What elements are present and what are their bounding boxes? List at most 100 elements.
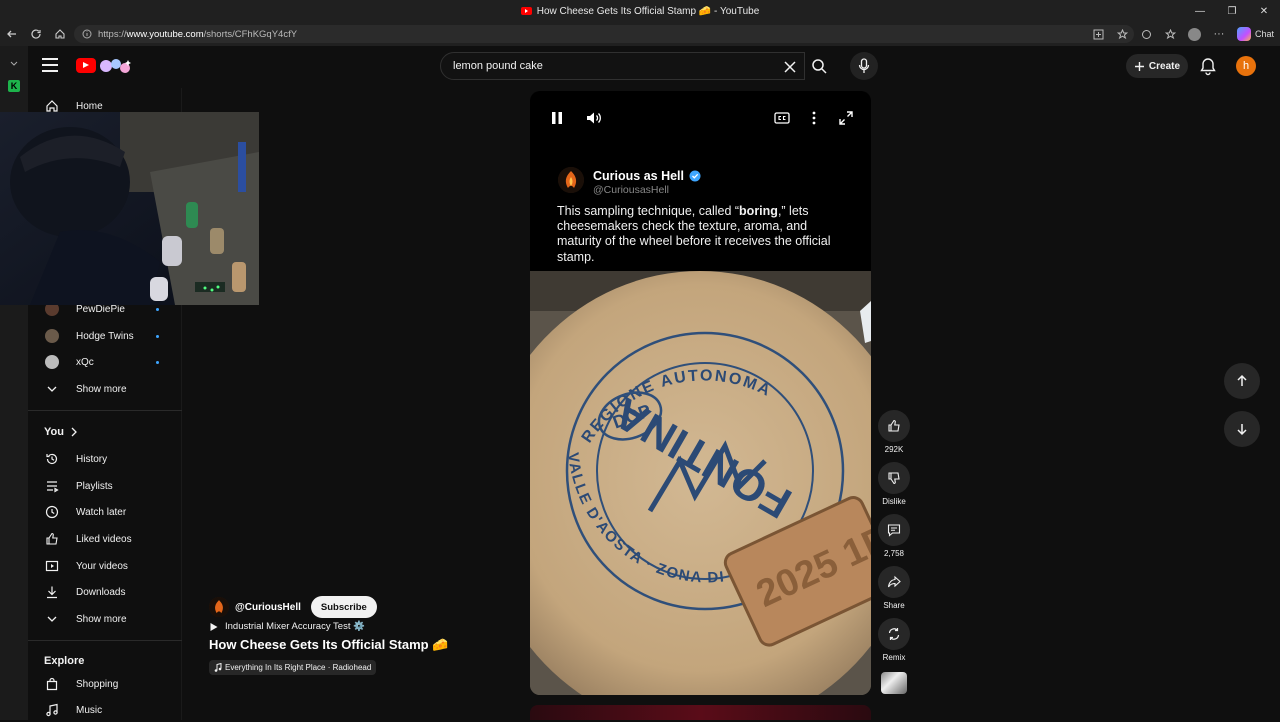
sidebar-item-history[interactable]: History	[28, 447, 178, 471]
sidebar-item-shopping[interactable]: Shopping	[28, 672, 178, 696]
minimize-icon[interactable]: —	[1184, 0, 1216, 22]
account-avatar[interactable]: h	[1236, 56, 1256, 76]
kick-extension-icon[interactable]: K	[8, 80, 20, 92]
share-button[interactable]	[878, 566, 910, 598]
collapse-chevron-icon[interactable]	[9, 58, 19, 68]
channel-avatar	[45, 329, 59, 343]
short-metadata: @CuriousHell Subscribe Industrial Mixer …	[209, 596, 509, 675]
close-window-icon[interactable]: ✕	[1248, 0, 1280, 22]
related-video-link[interactable]: Industrial Mixer Accuracy Test ⚙️	[209, 621, 509, 632]
extension-icon[interactable]	[1137, 22, 1157, 46]
sidebar-item-liked-videos[interactable]: Liked videos	[28, 527, 178, 551]
browser-title-bar: How Cheese Gets Its Official Stamp 🧀 - Y…	[0, 0, 1280, 22]
voice-search-button[interactable]	[850, 52, 878, 80]
sidebar-divider	[28, 410, 182, 411]
sidebar-item-label: Liked videos	[76, 533, 132, 545]
you-heading-label: You	[44, 426, 64, 438]
like-button[interactable]	[878, 410, 910, 442]
new-content-dot	[156, 308, 159, 311]
channel-avatar[interactable]	[209, 597, 229, 617]
sidebar-item-hodge-twins[interactable]: Hodge Twins	[28, 324, 178, 348]
youtube-logo[interactable]	[76, 58, 96, 73]
search-input[interactable]: lemon pound cake	[453, 60, 543, 72]
cheese-wheel-image: REGIONE AUTONOMA VALLE D'AOSTA · ZONA DI…	[530, 271, 871, 695]
youtube-favicon-icon	[520, 7, 532, 15]
arrow-up-icon	[1237, 374, 1247, 386]
comment-count: 2,758	[883, 549, 905, 558]
next-short-button[interactable]	[1224, 411, 1260, 447]
chevron-right-icon	[71, 427, 77, 437]
url-path: /shorts/CFhKGqY4cfY	[203, 28, 298, 40]
site-info-icon[interactable]	[82, 29, 92, 39]
sound-chip[interactable]: Everything In Its Right Place · Radiohea…	[209, 660, 377, 675]
fullscreen-icon[interactable]	[836, 108, 856, 128]
show-more-subscriptions[interactable]: Show more	[28, 377, 178, 401]
sound-thumbnail[interactable]	[881, 672, 907, 694]
search-box[interactable]: lemon pound cake	[440, 52, 805, 80]
home-browser-icon[interactable]	[48, 22, 72, 46]
video-frame: REGIONE AUTONOMA VALLE D'AOSTA · ZONA DI…	[530, 271, 871, 695]
copilot-chat-button[interactable]: Chat	[1236, 27, 1274, 41]
doodle-sparkles-icon[interactable]	[98, 56, 134, 76]
plus-icon	[1134, 61, 1144, 71]
create-button[interactable]: Create	[1126, 54, 1188, 78]
shorts-player[interactable]: Curious as Hell @CuriousasHell This samp…	[530, 91, 871, 695]
app-install-icon[interactable]	[1089, 22, 1109, 46]
show-more-you[interactable]: Show more	[28, 607, 178, 631]
chat-label: Chat	[1254, 29, 1274, 39]
restore-icon[interactable]: ❐	[1216, 0, 1248, 22]
your-videos-icon	[28, 559, 76, 573]
sidebar-item-your-videos[interactable]: Your videos	[28, 554, 178, 578]
music-icon	[28, 703, 76, 717]
sidebar-item-watch-later[interactable]: Watch later	[28, 500, 178, 524]
channel-name[interactable]: @CuriousHell	[235, 602, 301, 613]
more-options-icon[interactable]	[804, 108, 824, 128]
back-icon[interactable]	[0, 22, 24, 46]
search-button[interactable]	[805, 52, 833, 80]
shopping-icon	[28, 677, 76, 691]
sidebar-item-label: Home	[76, 100, 103, 112]
new-content-dot	[156, 361, 159, 364]
remix-button[interactable]	[878, 618, 910, 650]
microphone-icon	[858, 58, 870, 73]
volume-icon[interactable]	[584, 108, 604, 128]
thumbs-down-icon	[888, 472, 900, 485]
youtube-header: lemon pound cake Create h	[28, 46, 1280, 88]
tweet-author: Curious as Hell	[593, 169, 701, 183]
subscribe-button[interactable]: Subscribe	[310, 596, 377, 618]
you-section-heading[interactable]: You	[44, 426, 78, 438]
embedded-tweet: Curious as Hell @CuriousasHell This samp…	[530, 151, 871, 271]
comments-button[interactable]	[878, 514, 910, 546]
sidebar-item-music[interactable]: Music	[28, 698, 178, 722]
webcam-feed-image	[0, 112, 259, 305]
home-icon	[28, 99, 76, 113]
player-controls	[530, 91, 871, 151]
downloads-icon	[28, 585, 76, 599]
menu-hamburger-icon[interactable]	[42, 58, 58, 72]
favorites-icon[interactable]	[1161, 22, 1181, 46]
notifications-bell-icon[interactable]	[1198, 56, 1218, 76]
dislike-label: Dislike	[882, 497, 906, 506]
captions-icon[interactable]	[772, 108, 792, 128]
remix-label: Remix	[882, 653, 906, 662]
sidebar-item-downloads[interactable]: Downloads	[28, 580, 178, 604]
sidebar-item-xqc[interactable]: xQc	[28, 350, 178, 374]
url-prefix: https://	[98, 28, 127, 40]
tweet-author-name: Curious as Hell	[593, 169, 684, 183]
more-menu-icon[interactable]: ···	[1209, 22, 1229, 46]
profile-icon[interactable]	[1185, 22, 1205, 46]
next-short-preview[interactable]	[530, 705, 871, 720]
sidebar-item-label: History	[76, 453, 108, 465]
clear-search-icon[interactable]	[782, 59, 798, 75]
dislike-button[interactable]	[878, 462, 910, 494]
reload-icon[interactable]	[24, 22, 48, 46]
sidebar-item-label: Shopping	[76, 678, 119, 690]
url-field[interactable]: https://www.youtube.com/shorts/CFhKGqY4c…	[74, 25, 1134, 43]
chevron-down-icon	[28, 383, 76, 395]
pause-icon[interactable]	[547, 108, 567, 128]
previous-short-button[interactable]	[1224, 363, 1260, 399]
favorite-star-icon[interactable]	[1113, 22, 1133, 46]
sidebar-item-playlists[interactable]: Playlists	[28, 474, 178, 498]
history-icon	[28, 452, 76, 466]
sidebar-item-label: PewDiePie	[76, 303, 125, 315]
